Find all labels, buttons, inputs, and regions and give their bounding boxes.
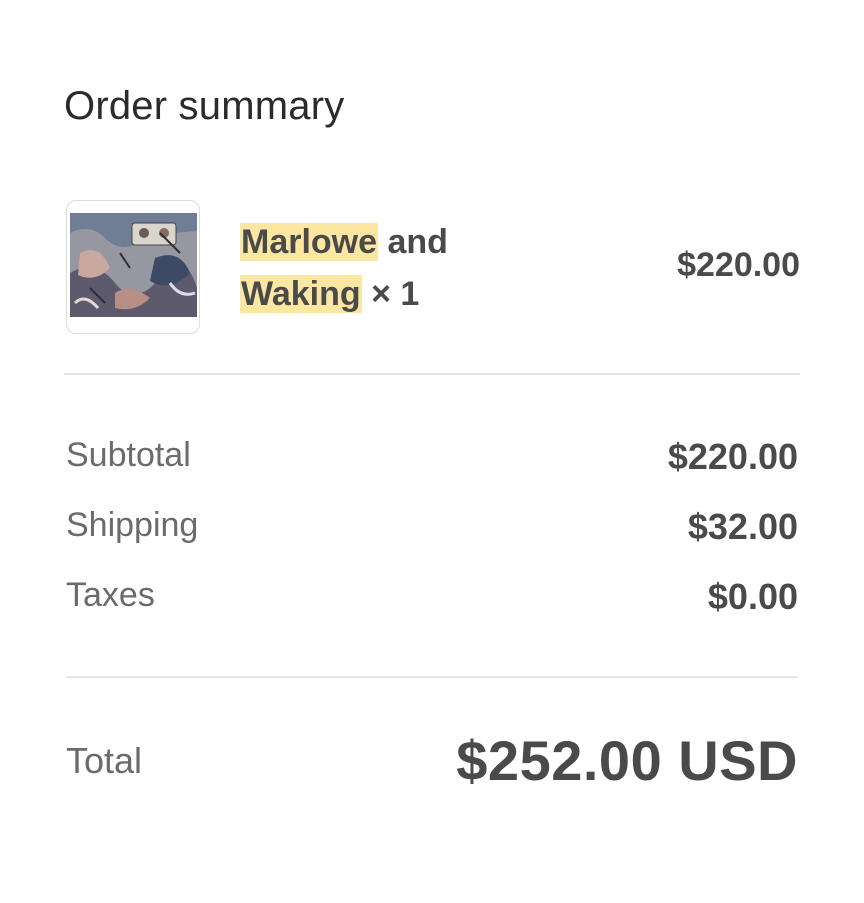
product-name-rest-1: and (378, 223, 448, 261)
product-name-highlight-2: Waking (240, 275, 362, 313)
product-quantity: × 1 (361, 275, 420, 313)
product-artwork-thumbnail-icon (70, 213, 197, 317)
product-price: $220.00 (677, 246, 800, 284)
subtotal-label: Subtotal (66, 436, 191, 474)
subtotal-value: $220.00 (667, 436, 798, 477)
taxes-row: Taxes $0.00 (66, 576, 798, 620)
product-name: Marlowe and Waking × 1 (240, 216, 500, 320)
taxes-value: $0.00 (707, 576, 798, 617)
line-item: Marlowe and Waking × 1 $220.00 (66, 200, 800, 336)
subtotal-row: Subtotal $220.00 (66, 436, 798, 480)
total-label: Total (66, 740, 143, 781)
shipping-value: $32.00 (687, 506, 798, 547)
taxes-label: Taxes (66, 576, 155, 614)
shipping-row: Shipping $32.00 (66, 506, 798, 550)
shipping-label: Shipping (66, 506, 199, 544)
divider-top (64, 373, 800, 375)
divider-bottom (66, 676, 798, 678)
order-summary-title: Order summary (64, 84, 345, 128)
product-name-highlight-1: Marlowe (240, 223, 379, 261)
total-value: $252.00 USD (456, 729, 798, 792)
product-thumbnail (66, 200, 200, 334)
